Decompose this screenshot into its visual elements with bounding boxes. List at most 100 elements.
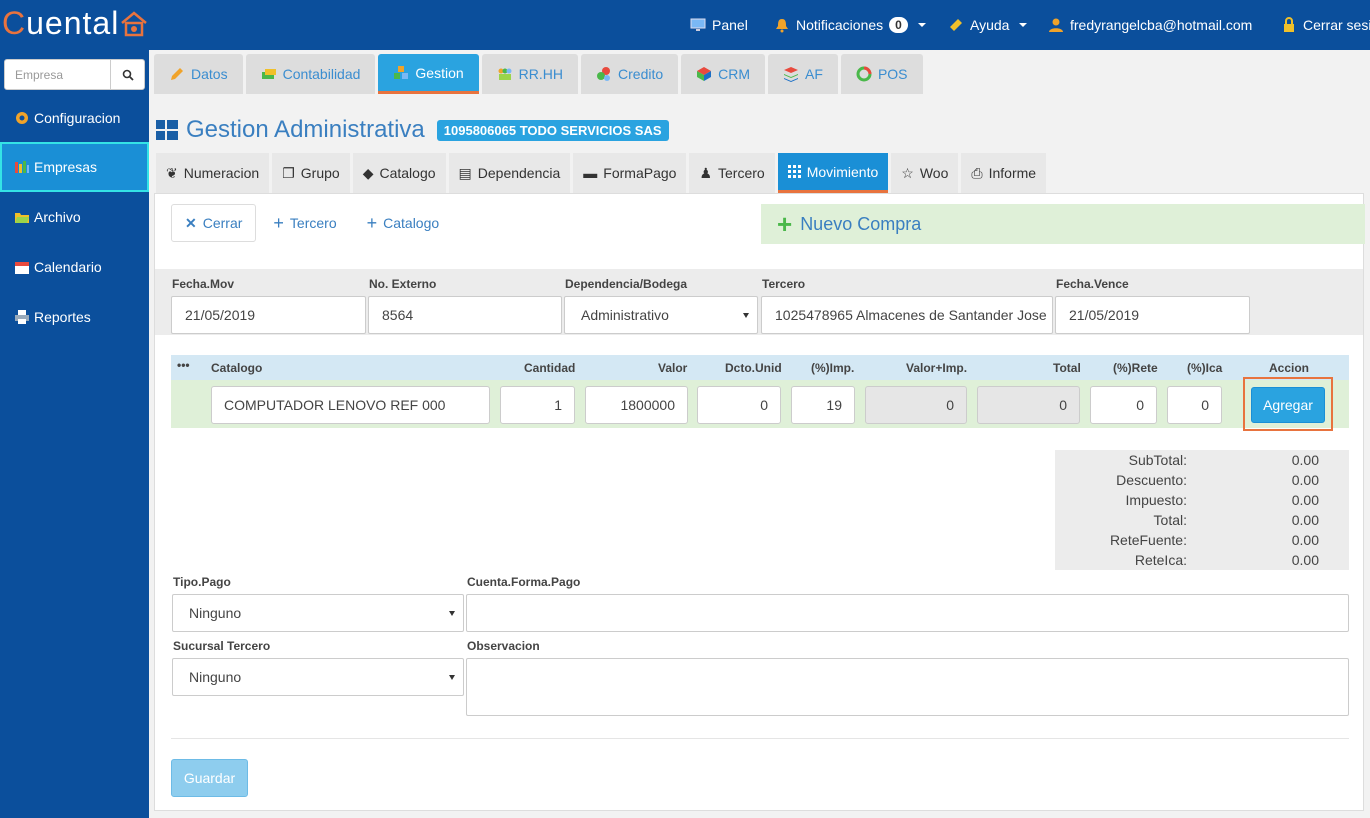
plus-icon: + <box>777 208 793 239</box>
sub-tabs: ❦ Numeracion ❐ Grupo ◆ Catalogo ▤ Dependenci… <box>156 153 1047 193</box>
tab-gestion[interactable]: Gestion <box>378 54 479 94</box>
logo-text: uental <box>26 5 120 41</box>
dashboard-icon <box>156 120 178 140</box>
save-button[interactable]: Guardar <box>171 759 248 797</box>
items-grid-header: ••• Catalogo Cantidad Valor Dcto.Unid (%… <box>171 355 1349 380</box>
tab-numeracion[interactable]: ❦ Numeracion <box>156 153 270 193</box>
fecha-mov-input[interactable]: 21/05/2019 <box>171 296 366 334</box>
totals-row: ReteFuente: 0.00 <box>1109 532 1319 548</box>
new-purchase-header: + Nuevo Compra <box>761 204 1365 244</box>
notifications-menu[interactable]: Notificaciones 0 <box>774 0 926 50</box>
totals-row: ReteIca: 0.00 <box>1134 552 1319 568</box>
logout-link[interactable]: Cerrar sesi <box>1281 0 1370 50</box>
page-title: Gestion Administrativa 1095806065 TODO S… <box>156 116 669 144</box>
ring-icon <box>856 66 872 82</box>
search-button[interactable] <box>110 60 144 89</box>
sidebar-item-configuracion[interactable]: Configuracion <box>0 93 149 143</box>
tab-dependencia[interactable]: ▤ Dependencia <box>448 153 571 193</box>
users-icon: ♟ <box>699 164 712 181</box>
sucursal-tercero-select[interactable]: Ninguno <box>172 658 464 696</box>
page-title-text: Gestion Administrativa <box>186 116 425 143</box>
fecha-vence-input[interactable]: 21/05/2019 <box>1055 296 1250 334</box>
observacion-textarea[interactable] <box>466 658 1349 716</box>
tab-grupo[interactable]: ❐ Grupo <box>272 153 350 193</box>
cuenta-forma-pago-input[interactable] <box>466 594 1349 632</box>
tab-credito[interactable]: Credito <box>581 54 679 94</box>
cube-icon <box>697 67 712 81</box>
tab-contabilidad[interactable]: Contabilidad <box>245 54 376 94</box>
totals-row: SubTotal: 0.00 <box>1128 452 1319 468</box>
printer-icon: ⎙ <box>971 164 983 181</box>
total-readonly: 0 <box>977 386 1080 424</box>
add-item-button[interactable]: Agregar <box>1251 387 1325 423</box>
sidebar-item-reportes[interactable]: Reportes <box>0 292 149 342</box>
tab-rrhh[interactable]: RR.HH <box>481 54 579 94</box>
boxes-icon <box>394 65 409 79</box>
rete-input[interactable]: 0 <box>1090 386 1157 424</box>
no-externo-input[interactable]: 8564 <box>368 296 562 334</box>
cantidad-input[interactable]: 1 <box>500 386 575 424</box>
tab-formapago[interactable]: ▬ FormaPago <box>573 153 687 193</box>
star-icon: ☆ <box>901 164 914 181</box>
help-menu[interactable]: Ayuda <box>948 0 1028 50</box>
catalogo-input[interactable]: COMPUTADOR LENOVO REF 000 <box>211 386 490 424</box>
header-form: Fecha.Mov 21/05/2019 No. Externo 8564 De… <box>155 269 1363 335</box>
calendar-icon <box>15 262 29 274</box>
top-navbar: Cuental Panel Notificaciones 0 Ayuda fre… <box>0 0 1370 50</box>
house-icon <box>121 11 148 37</box>
sidebar-item-calendario[interactable]: Calendario <box>0 242 149 292</box>
copy-icon: ❐ <box>282 164 295 181</box>
search-icon <box>122 69 134 81</box>
sidebar-item-empresas[interactable]: Empresas <box>0 142 149 192</box>
tab-datos[interactable]: Datos <box>154 54 243 94</box>
totals-box: SubTotal: 0.00 Descuento: 0.00 Impuesto: 0.… <box>1055 450 1349 570</box>
notifications-badge: 0 <box>889 17 908 33</box>
tab-pos[interactable]: POS <box>840 54 923 94</box>
sidebar: Empresa Configuracion Empresas Archivo C… <box>0 50 149 818</box>
add-tercero-button[interactable]: + Tercero <box>260 204 349 242</box>
cubes-icon: ▤ <box>458 164 472 181</box>
totals-row: Impuesto: 0.00 <box>1125 492 1319 508</box>
tercero-input[interactable]: 1025478965 Almacenes de Santander Jose <box>761 296 1053 334</box>
gear-icon <box>16 112 28 124</box>
company-search: Empresa <box>4 59 145 90</box>
more-options-icon[interactable]: ••• <box>177 358 190 372</box>
tab-catalogo[interactable]: ◆ Catalogo <box>352 153 446 193</box>
pencil-icon <box>171 68 183 80</box>
folder-icon <box>15 213 29 223</box>
lock-icon <box>1284 17 1294 32</box>
sidebar-item-archivo[interactable]: Archivo <box>0 192 149 242</box>
monitor-icon <box>690 18 706 31</box>
tab-woo[interactable]: ☆ Woo <box>891 153 959 193</box>
tab-af[interactable]: AF <box>768 54 838 94</box>
tab-tercero[interactable]: ♟ Tercero <box>689 153 775 193</box>
ribbon-icon: ❦ <box>166 164 178 181</box>
dcto-input[interactable]: 0 <box>697 386 781 424</box>
imp-input[interactable]: 19 <box>791 386 855 424</box>
tab-crm[interactable]: CRM <box>681 54 766 94</box>
close-button[interactable]: ✕ Cerrar <box>171 204 257 242</box>
brand-logo[interactable]: Cuental <box>2 5 149 42</box>
card-icon: ▬ <box>583 165 598 181</box>
company-label: 1095806065 TODO SERVICIOS SAS <box>436 119 669 141</box>
layers-icon <box>784 67 799 82</box>
dependencia-select[interactable]: Administrativo <box>564 296 758 334</box>
tab-informe[interactable]: ⎙ Informe <box>961 153 1047 193</box>
user-icon <box>1049 18 1063 32</box>
tab-movimiento[interactable]: Movimiento <box>777 153 889 193</box>
circles-icon <box>597 67 611 81</box>
valor-input[interactable]: 1800000 <box>585 386 688 424</box>
ica-input[interactable]: 0 <box>1167 386 1222 424</box>
item-entry-row: COMPUTADOR LENOVO REF 000 1 1800000 0 19… <box>171 380 1349 428</box>
company-search-input[interactable]: Empresa <box>5 60 110 89</box>
money-icon <box>261 69 276 79</box>
printer-icon <box>15 310 29 324</box>
chevron-down-icon <box>917 23 926 27</box>
grid-icon <box>787 165 801 178</box>
chevron-down-icon <box>1019 23 1028 27</box>
add-catalogo-button[interactable]: + Catalogo <box>354 204 453 242</box>
ticket-icon <box>950 19 962 31</box>
user-menu[interactable]: fredyrangelcba@hotmail.com <box>1048 0 1252 50</box>
panel-link[interactable]: Panel <box>690 0 748 50</box>
tipo-pago-select[interactable]: Ninguno <box>172 594 464 632</box>
